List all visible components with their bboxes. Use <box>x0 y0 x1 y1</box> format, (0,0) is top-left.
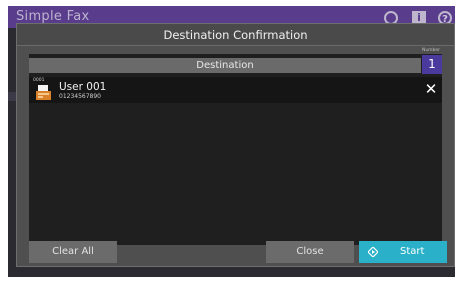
start-icon <box>368 247 378 257</box>
destination-name: User 001 <box>59 81 107 93</box>
destination-list-panel: Destination Number 1 0001 User 001 01234… <box>29 48 442 245</box>
destination-index: 0001 <box>33 78 45 83</box>
destination-count-badge: 1 <box>422 55 442 74</box>
destination-fax-number: 01234567890 <box>59 93 101 100</box>
dialog-titlebar: Destination Confirmation <box>17 24 454 46</box>
start-button[interactable]: Start <box>359 241 447 263</box>
dialog-title: Destination Confirmation <box>163 28 308 42</box>
destination-confirmation-dialog: Destination Confirmation Destination Num… <box>16 23 455 267</box>
close-button[interactable]: Close <box>266 241 354 263</box>
remove-destination-icon[interactable]: ✕ <box>424 82 438 97</box>
number-caption: Number <box>421 48 441 53</box>
destination-column-header: Destination <box>29 58 421 73</box>
start-label: Start <box>400 246 425 257</box>
destination-row[interactable]: 0001 User 001 01234567890 ✕ <box>29 77 442 103</box>
app-title: Simple Fax <box>16 9 90 24</box>
fax-icon <box>36 85 51 100</box>
clear-all-button[interactable]: Clear All <box>29 241 117 263</box>
